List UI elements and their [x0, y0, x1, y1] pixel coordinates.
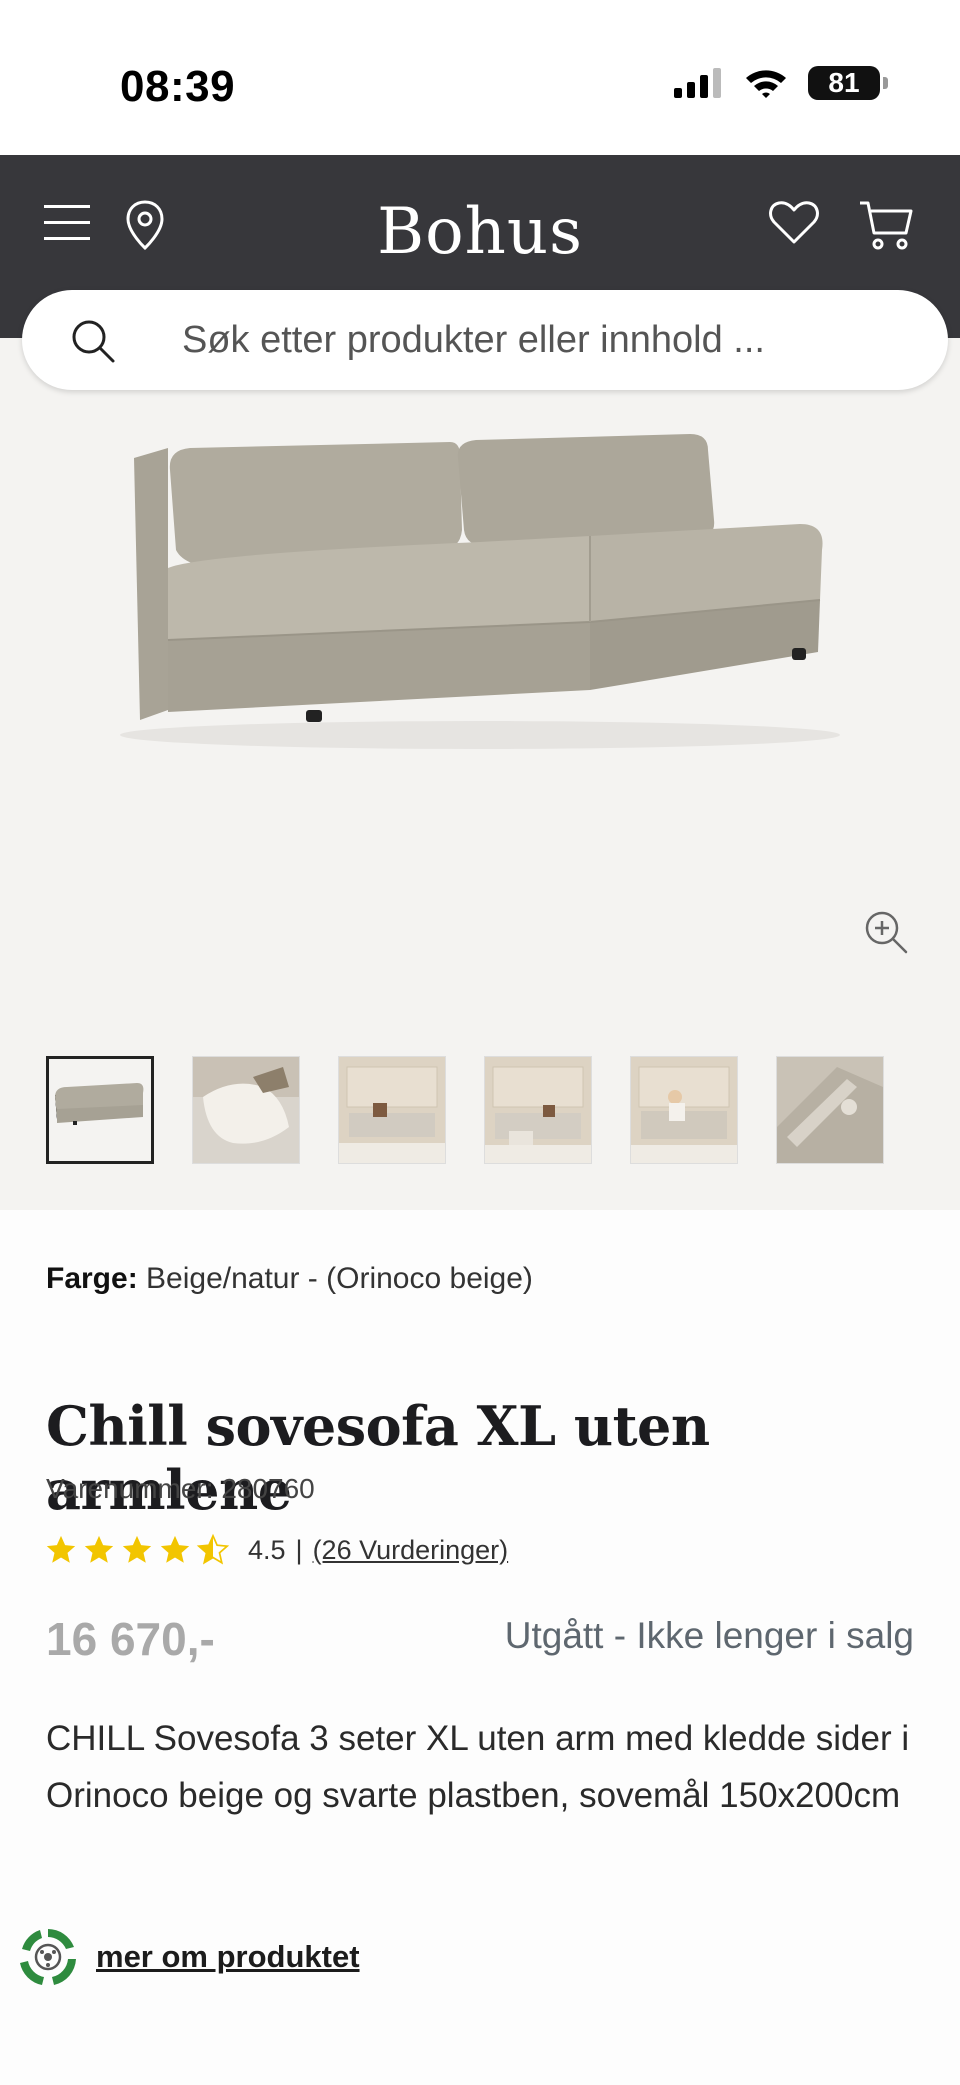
thumbnail-6[interactable] [776, 1056, 884, 1164]
zoom-in-icon[interactable] [862, 908, 910, 956]
battery-level: 81 [828, 67, 860, 98]
rating-stars [44, 1533, 230, 1567]
rating-separator: | [295, 1534, 303, 1565]
signal-icon [674, 68, 721, 98]
wifi-icon [746, 70, 786, 98]
product-main-image[interactable] [0, 390, 960, 1090]
heart-icon[interactable] [768, 199, 820, 245]
product-gallery [0, 338, 960, 1210]
product-description: CHILL Sovesofa 3 seter XL uten arm med k… [46, 1719, 910, 1815]
search-bar[interactable] [22, 290, 948, 390]
battery-icon: 81 [808, 66, 888, 100]
sustainability-icon [20, 1929, 76, 1985]
more-about-product[interactable]: mer om produktet [16, 1925, 360, 1989]
star-icon [160, 1535, 190, 1563]
thumbnail-2[interactable] [192, 1056, 300, 1164]
status-time: 08:39 [120, 62, 236, 111]
product-rating: 4.5 | (26 Vurderinger) [44, 1533, 508, 1567]
color-label: Farge: [46, 1262, 138, 1295]
search-icon [72, 320, 115, 363]
thumbnail-3[interactable] [338, 1056, 446, 1164]
status-bar: 08:39 81 [0, 0, 960, 155]
availability-status: Utgått - Ikke lenger i salg [504, 1615, 914, 1656]
star-icon [122, 1535, 152, 1563]
star-icon [46, 1535, 76, 1563]
color-selection: Farge: Beige/natur - (Orinoco beige) [46, 1262, 533, 1296]
status-icons: 81 [674, 66, 888, 100]
color-value: Beige/natur - (Orinoco beige) [146, 1262, 533, 1295]
cart-icon[interactable] [858, 199, 914, 251]
more-about-product-link[interactable]: mer om produktet [96, 1939, 360, 1975]
thumbnail-4[interactable] [484, 1056, 592, 1164]
search-input[interactable] [182, 310, 902, 370]
thumbnail-1[interactable] [46, 1056, 154, 1164]
star-icon [84, 1535, 114, 1563]
thumbnail-5[interactable] [630, 1056, 738, 1164]
half-star-icon [196, 1533, 230, 1565]
rating-value: 4.5 [248, 1534, 286, 1565]
thumbnail-strip [46, 1056, 884, 1164]
product-price: 16 670,- [46, 1613, 215, 1665]
product-sku: Varenummer: 280760 [46, 1473, 315, 1504]
reviews-link[interactable]: (26 Vurderinger) [313, 1535, 509, 1566]
